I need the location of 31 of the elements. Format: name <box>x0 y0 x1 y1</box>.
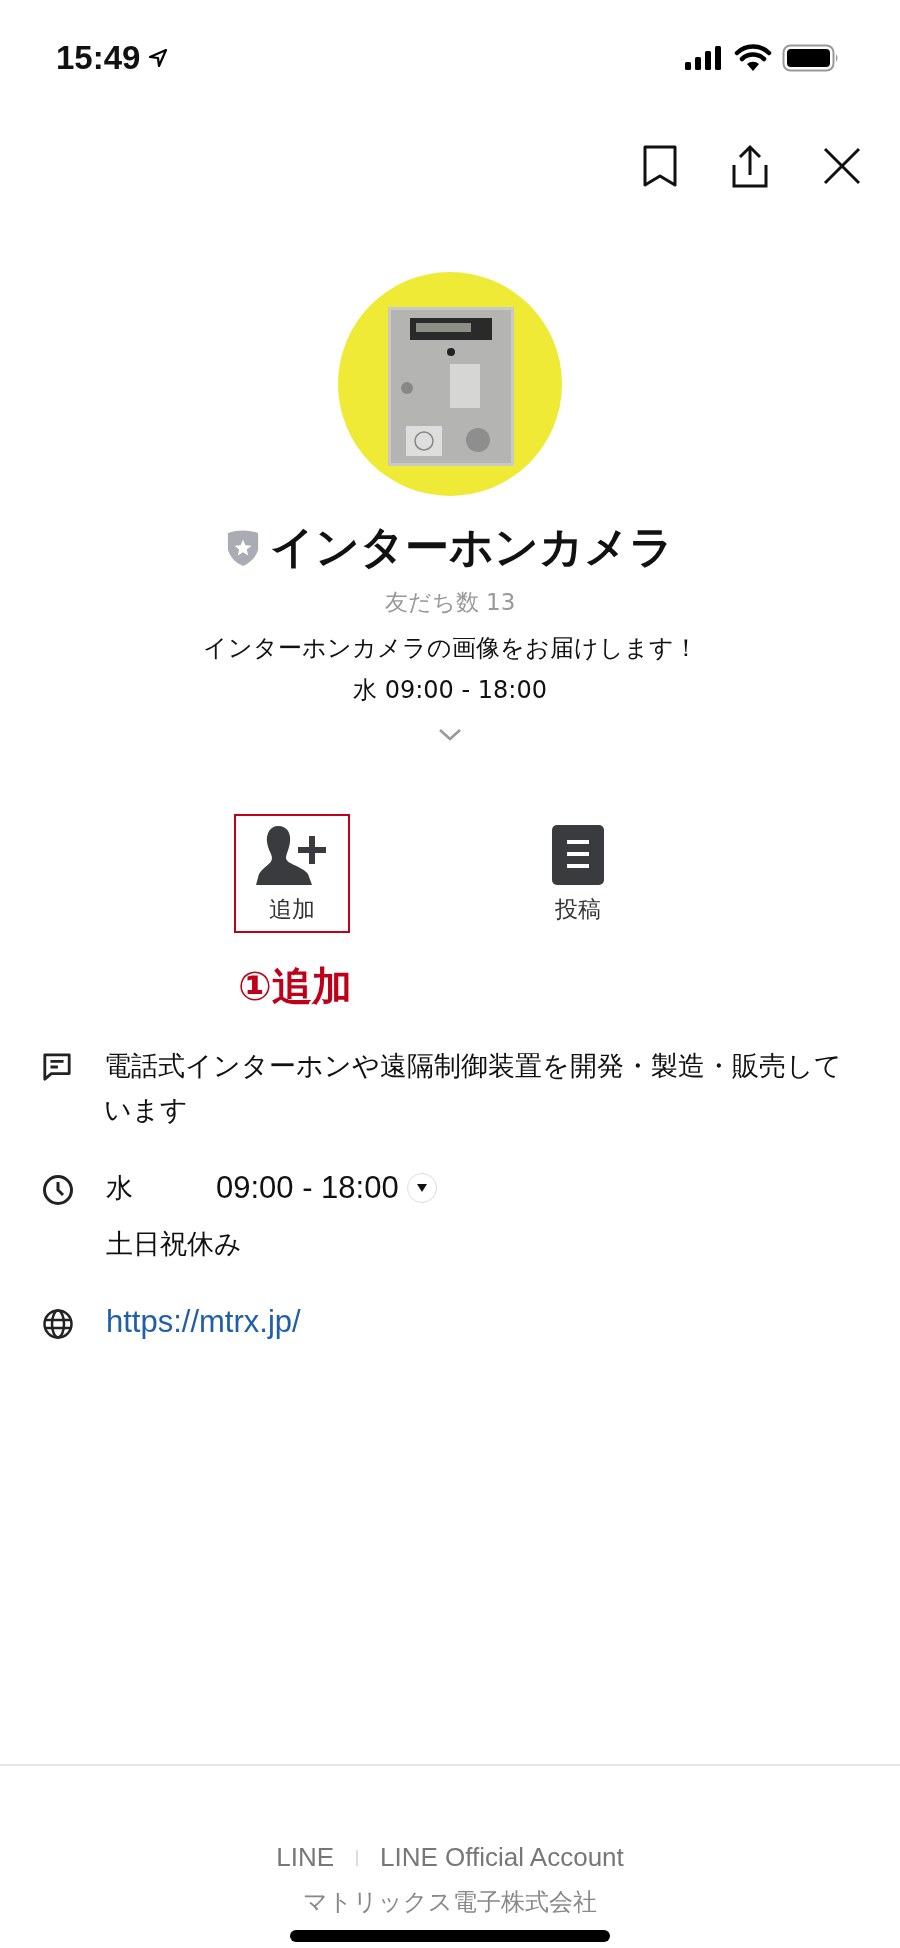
wifi-icon <box>734 44 772 72</box>
footer-link[interactable]: LINE Official Account <box>380 1842 624 1873</box>
business-hours: 水 09:00 - 18:00 <box>353 675 547 706</box>
verified-shield-icon <box>226 528 260 567</box>
globe-icon <box>42 1308 74 1340</box>
footer-link[interactable]: LINE <box>276 1842 335 1873</box>
hours-day: 水 <box>106 1166 216 1210</box>
add-friend-button[interactable]: 追加 <box>234 814 350 933</box>
chevron-down-icon[interactable] <box>438 728 462 742</box>
location-arrow-icon <box>148 48 169 68</box>
status-time: 15:49 <box>56 39 141 77</box>
annotation-label: ①追加 <box>238 962 353 1011</box>
battery-icon <box>782 44 840 72</box>
company-name: マトリックス電子株式会社 <box>303 1887 597 1917</box>
person-add-icon <box>256 824 328 886</box>
posts-button[interactable]: 投稿 <box>520 814 636 933</box>
holiday-note: 土日祝休み <box>106 1227 243 1261</box>
document-icon <box>551 824 605 886</box>
speech-bubble-icon <box>42 1052 72 1082</box>
about-text: 電話式インターホンや遠隔制御装置を開発・製造・販売しています <box>104 1049 843 1127</box>
account-name: インターホンカメラ <box>270 520 674 574</box>
friend-count: 友だち数 13 <box>384 588 516 617</box>
clock-icon <box>42 1174 74 1206</box>
bookmark-icon[interactable] <box>642 144 678 188</box>
close-icon[interactable] <box>822 146 862 186</box>
caret-down-icon <box>415 1183 428 1193</box>
account-description: インターホンカメラの画像をお届けします！ <box>202 633 698 664</box>
signal-icon <box>684 45 724 71</box>
hours-time: 09:00 - 18:00 <box>216 1169 399 1207</box>
website-link[interactable]: https://mtrx.jp/ <box>106 1300 301 1344</box>
dropdown-button[interactable] <box>406 1173 437 1203</box>
